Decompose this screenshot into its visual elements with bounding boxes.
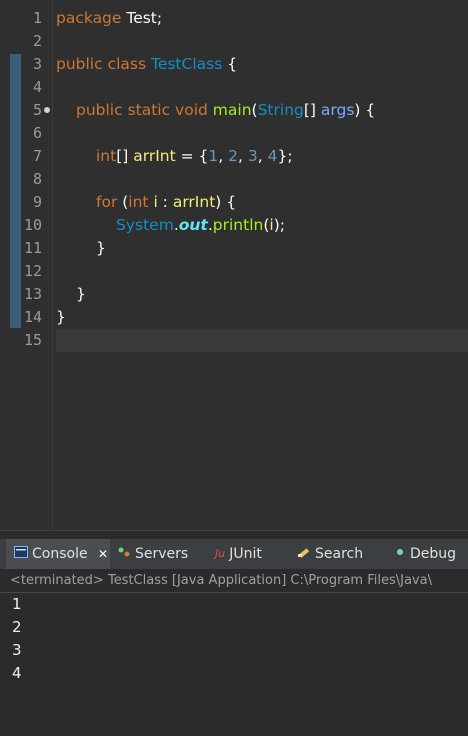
line-number-gutter: 1 2 3 4 5 6 7 8 9 10 11 12 13 14 15 [0,0,53,530]
code-line[interactable]: public class TestClass { [56,53,468,76]
line-number: 10 [23,216,42,234]
code-line[interactable]: int[] arrInt = {1, 2, 3, 4}; [56,145,468,168]
console-icon [14,539,28,569]
line-number: 4 [32,78,42,96]
code-line[interactable]: package Test; [56,7,468,30]
line-number: 6 [32,124,42,142]
console-panel: Console ✕ Servers Ju JUnit Search Debug <… [0,530,468,736]
current-line-highlight[interactable] [56,329,468,352]
line-number: 13 [23,285,42,303]
line-number: 14 [23,308,42,326]
code-line[interactable]: } [56,237,468,260]
line-number: 8 [32,170,42,188]
line-number: 7 [32,147,42,165]
code-editor[interactable]: 1 2 3 4 5 6 7 8 9 10 11 12 13 14 15 pack… [0,0,468,530]
line-number: 12 [23,262,42,280]
tab-console[interactable]: Console ✕ [6,539,110,569]
line-number: 2 [32,32,42,50]
junit-icon: Ju [215,547,226,560]
tab-debug[interactable]: Debug [394,539,468,569]
code-line[interactable]: } [56,306,468,329]
debug-icon [394,539,406,569]
line-number: 5 [32,101,42,119]
line-number: 3 [32,55,42,73]
code-line[interactable]: System.out.println(i); [56,214,468,237]
line-number: 9 [32,193,42,211]
console-status: <terminated> TestClass [Java Application… [0,569,468,593]
tab-search[interactable]: Search [297,539,381,569]
line-number: 11 [23,239,42,257]
console-output-line: 2 [12,618,22,636]
panel-tab-bar: Console ✕ Servers Ju JUnit Search Debug [0,539,468,569]
line-number: 15 [23,331,42,349]
line-number: 1 [32,9,42,27]
console-output-line: 1 [12,595,22,613]
code-line[interactable]: for (int i : arrInt) { [56,191,468,214]
servers-icon [117,539,131,569]
tab-servers[interactable]: Servers [117,539,207,569]
code-line[interactable]: public static void main(String[] args) { [56,99,468,122]
close-icon[interactable]: ✕ [98,547,108,561]
code-line[interactable]: } [56,283,468,306]
tab-junit[interactable]: Ju JUnit [215,539,285,569]
console-output-line: 4 [12,664,22,682]
search-icon [297,539,311,569]
console-output-line: 3 [12,641,22,659]
fold-marker-icon[interactable] [44,107,50,113]
